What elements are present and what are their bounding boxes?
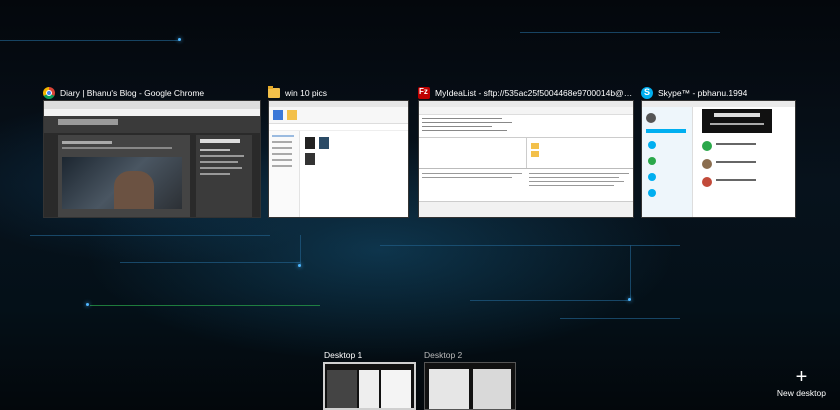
chrome-icon [43, 87, 55, 99]
window-thumbnail [641, 100, 796, 218]
desktop-label-1: Desktop 1 [324, 350, 363, 360]
skype-icon [641, 87, 653, 99]
desktop-label-2: Desktop 2 [424, 350, 463, 360]
window-chrome[interactable]: Diary | Bhanu's Blog - Google Chrome [43, 86, 261, 218]
window-header: MyIdeaList - sftp://535ac25f5004468e9700… [418, 86, 634, 100]
window-header: Skype™ - pbhanu.1994 [641, 86, 796, 100]
new-desktop-label: New desktop [776, 388, 826, 398]
window-thumbnail [43, 100, 261, 218]
window-title: win 10 pics [285, 88, 328, 98]
window-header: Diary | Bhanu's Blog - Google Chrome [43, 86, 261, 100]
plus-icon: + [795, 366, 808, 388]
window-title: MyIdeaList - sftp://535ac25f5004468e9700… [435, 88, 634, 98]
window-thumbnail [418, 100, 634, 218]
desktop-2-thumbnail[interactable] [424, 362, 516, 410]
window-explorer[interactable]: win 10 pics [268, 86, 409, 218]
folder-icon [268, 86, 280, 98]
window-header: win 10 pics [268, 86, 409, 100]
filezilla-icon [418, 87, 430, 99]
window-skype[interactable]: Skype™ - pbhanu.1994 [641, 86, 796, 218]
window-filezilla[interactable]: MyIdeaList - sftp://535ac25f5004468e9700… [418, 86, 634, 218]
window-thumbnail [268, 100, 409, 218]
window-title: Diary | Bhanu's Blog - Google Chrome [60, 88, 205, 98]
window-title: Skype™ - pbhanu.1994 [658, 88, 748, 98]
new-desktop-button[interactable]: + New desktop [776, 366, 826, 398]
desktop-1-thumbnail[interactable] [323, 362, 416, 410]
